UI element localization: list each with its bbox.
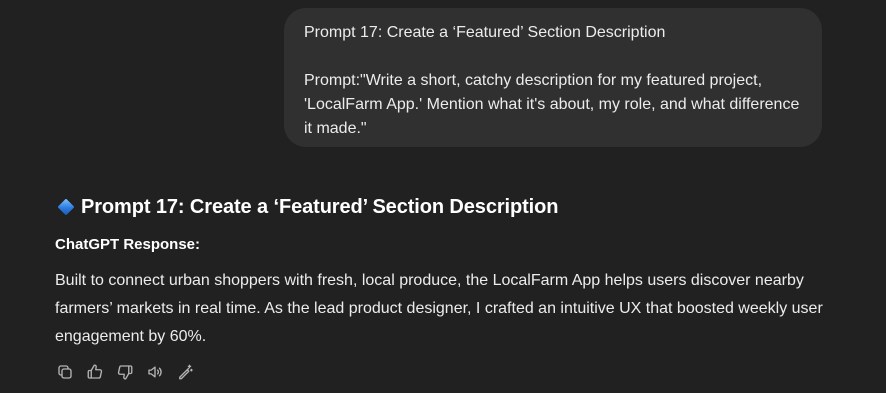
user-message-title: Prompt 17: Create a ‘Featured’ Section D… — [304, 24, 666, 41]
chat-view: Prompt 17: Create a ‘Featured’ Section D… — [0, 0, 886, 393]
response-text: Built to connect urban shoppers with fre… — [55, 272, 823, 345]
edit-in-canvas-icon — [176, 363, 194, 386]
good-response-button[interactable] — [83, 362, 107, 386]
read-aloud-icon — [146, 363, 164, 386]
response-heading-text: Prompt 17: Create a ‘Featured’ Section D… — [81, 196, 559, 218]
copy-icon — [56, 363, 74, 386]
response-label: ChatGPT Response: — [55, 236, 201, 253]
response-heading: Prompt 17: Create a ‘Featured’ Section D… — [55, 193, 855, 221]
assistant-response: Prompt 17: Create a ‘Featured’ Section D… — [55, 193, 855, 351]
user-message-bubble: Prompt 17: Create a ‘Featured’ Section D… — [284, 8, 822, 147]
blue-diamond-icon — [57, 198, 75, 216]
bad-response-button[interactable] — [113, 362, 137, 386]
read-aloud-button[interactable] — [143, 362, 167, 386]
thumbs-up-icon — [86, 363, 104, 386]
user-message-body: Prompt:"Write a short, catchy descriptio… — [304, 72, 800, 137]
edit-in-canvas-button[interactable] — [173, 362, 197, 386]
thumbs-down-icon — [116, 363, 134, 386]
response-action-bar — [53, 362, 197, 386]
copy-button[interactable] — [53, 362, 77, 386]
user-message-spacer — [304, 45, 802, 69]
